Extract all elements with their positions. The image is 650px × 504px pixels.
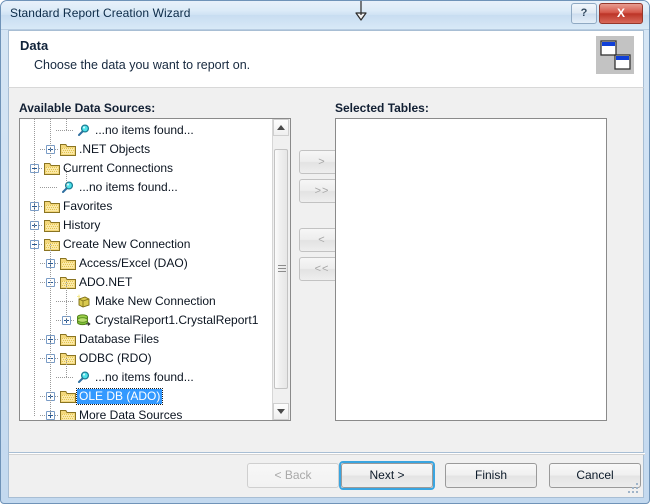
new-connection-icon xyxy=(76,294,91,309)
tree-guide-line xyxy=(50,244,51,416)
folder-icon xyxy=(44,200,60,213)
footer-divider xyxy=(9,453,645,455)
tree-guide-line xyxy=(62,377,74,378)
tree-guide-line xyxy=(71,320,75,321)
folder-icon xyxy=(44,219,60,232)
selected-tables-label: Selected Tables: xyxy=(335,101,429,115)
tree-guide-line xyxy=(56,301,62,302)
tree-guide-line xyxy=(66,168,67,188)
tree-guide-line xyxy=(56,320,62,321)
resize-grip-icon[interactable] xyxy=(627,482,640,495)
tree-item-label: ADO.NET xyxy=(79,275,133,289)
tree-item[interactable]: Create New Connection xyxy=(20,235,274,254)
tree-item-label: Favorites xyxy=(63,199,113,213)
tree-guide-line xyxy=(40,149,46,150)
title-bar[interactable]: Standard Report Creation Wizard ? X xyxy=(1,1,649,30)
tree-item-label: ...no items found... xyxy=(79,180,178,194)
wizard-window: Standard Report Creation Wizard ? X Data… xyxy=(0,0,650,504)
tree-item[interactable]: ...no items found... xyxy=(20,178,274,197)
folder-icon xyxy=(44,162,60,175)
tree-guide-line xyxy=(55,149,59,150)
folder-icon xyxy=(60,333,76,346)
folder-icon xyxy=(60,409,76,420)
tree-scroll-area: ...no items found... .NET Objects Current … xyxy=(20,119,274,420)
wizard-header: Data Choose the data you want to report … xyxy=(8,30,644,87)
tree-guide-line xyxy=(40,187,46,188)
tree-guide-line xyxy=(55,263,59,264)
close-button[interactable]: X xyxy=(599,3,643,24)
tree-item-label: ODBC (RDO) xyxy=(79,351,152,365)
tree-guide-line xyxy=(62,130,74,131)
help-button[interactable]: ? xyxy=(571,3,597,24)
tree-guide-line xyxy=(55,339,59,340)
tree-guide-line xyxy=(40,415,46,416)
data-link-icon xyxy=(596,36,634,74)
tree-guide-line xyxy=(40,282,46,283)
mouse-cursor-vertical-resize xyxy=(355,1,367,21)
tree-guide-line xyxy=(66,358,67,378)
wizard-footer: < Back Next > Finish Cancel xyxy=(8,453,645,498)
page-subtitle: Choose the data you want to report on. xyxy=(34,58,251,72)
scroll-down-arrow-icon[interactable] xyxy=(273,403,289,420)
tree-item-label: More Data Sources xyxy=(79,408,183,420)
tree-guide-line xyxy=(40,263,46,264)
tree-guide-line xyxy=(62,301,74,302)
page-title: Data xyxy=(20,38,49,53)
folder-icon xyxy=(60,352,76,365)
tree-item[interactable]: Current Connections xyxy=(20,159,274,178)
scrollbar-thumb[interactable] xyxy=(274,149,288,389)
tree-item-label: Access/Excel (DAO) xyxy=(79,256,188,270)
magnifier-icon xyxy=(76,371,90,384)
tree-guide-line xyxy=(39,244,43,245)
tree-guide-line xyxy=(40,396,46,397)
finish-button[interactable]: Finish xyxy=(445,463,537,488)
tree-item[interactable]: More Data Sources xyxy=(20,406,274,420)
tree-item[interactable]: Favorites xyxy=(20,197,274,216)
tree-item-label: OLE DB (ADO) xyxy=(75,388,164,405)
dataset-icon xyxy=(76,313,91,328)
tree-item-label: Make New Connection xyxy=(95,294,216,308)
scrollbar-grip-icon xyxy=(278,265,286,272)
tree-item-label: History xyxy=(63,218,101,232)
tree-guide-line xyxy=(56,377,62,378)
tree-item-label: Database Files xyxy=(79,332,160,346)
magnifier-icon xyxy=(76,124,90,137)
tree-guide-line xyxy=(39,168,43,169)
folder-icon xyxy=(44,238,60,251)
tree-vertical-scrollbar[interactable] xyxy=(272,119,290,420)
folder-icon xyxy=(60,276,76,289)
back-button[interactable]: < Back xyxy=(247,463,339,488)
tree-guide-line xyxy=(55,282,59,283)
next-button[interactable]: Next > xyxy=(341,463,433,488)
tree-guide-line xyxy=(55,358,59,359)
tree-item-label: ...no items found... xyxy=(95,123,194,137)
wizard-body: Available Data Sources: Selected Tables:… xyxy=(8,87,644,453)
tree-guide-line xyxy=(39,225,43,226)
tree-guide-line xyxy=(46,187,58,188)
scroll-up-arrow-icon[interactable] xyxy=(273,119,289,136)
tree-item-label: Create New Connection xyxy=(63,237,191,251)
selected-tables-list[interactable] xyxy=(335,118,607,421)
tree-guide-line xyxy=(55,396,59,397)
tree-item-label: CrystalReport1.CrystalReport1 xyxy=(95,313,259,327)
tree-item-label: Current Connections xyxy=(63,161,174,175)
tree-guide-line xyxy=(40,358,46,359)
folder-icon xyxy=(60,143,76,156)
tree-guide-line xyxy=(39,206,43,207)
tree-guide-line xyxy=(56,130,62,131)
folder-icon xyxy=(60,390,76,403)
tree-item-label: .NET Objects xyxy=(79,142,151,156)
tree-guide-line xyxy=(34,119,35,416)
tree-item-label: ...no items found... xyxy=(95,370,194,384)
folder-icon xyxy=(60,257,76,270)
tree-guide-line xyxy=(40,339,46,340)
window-title: Standard Report Creation Wizard xyxy=(10,6,191,20)
available-data-sources-label: Available Data Sources: xyxy=(19,101,156,115)
available-data-sources-tree[interactable]: ...no items found... .NET Objects Current … xyxy=(19,118,291,421)
tree-guide-line xyxy=(50,119,51,159)
tree-item[interactable]: History xyxy=(20,216,274,235)
magnifier-icon xyxy=(60,181,74,194)
tree-guide-line xyxy=(55,415,59,416)
